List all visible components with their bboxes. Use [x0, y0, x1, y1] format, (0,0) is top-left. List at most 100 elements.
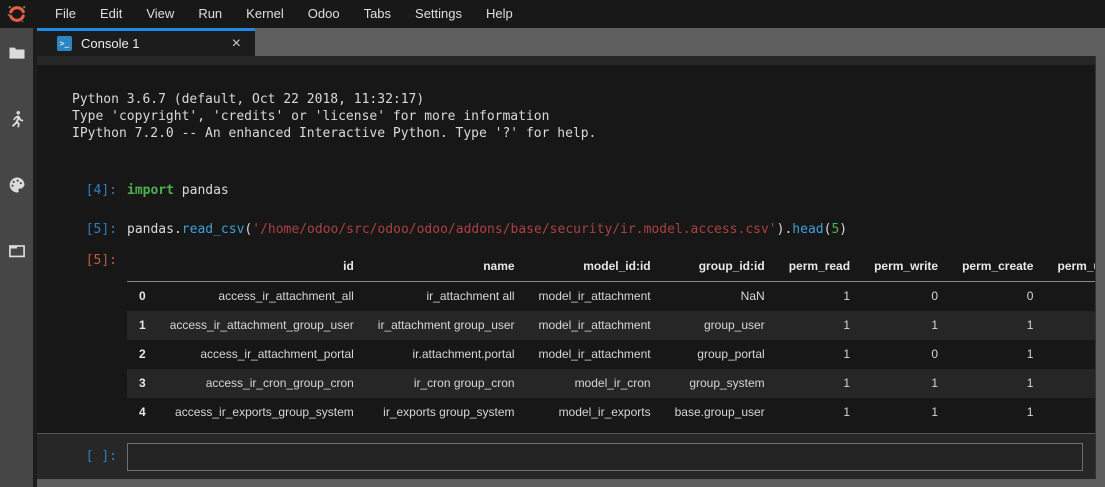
table-cell: model_ir_attachment	[527, 282, 663, 312]
tab-title: Console 1	[81, 36, 228, 51]
table-cell: model_ir_exports	[527, 398, 663, 427]
content-row: Python 3.6.7 (default, Oct 22 2018, 11:3…	[37, 56, 1105, 479]
horizontal-scrollbar[interactable]	[37, 479, 1105, 487]
column-header: group_id:id	[663, 252, 777, 282]
column-header: perm_create	[950, 252, 1045, 282]
code-input-editor[interactable]	[127, 443, 1083, 471]
table-cell: 1	[777, 340, 862, 369]
output-prompt: [5]:	[37, 252, 117, 269]
table-cell: ir.attachment.portal	[366, 340, 527, 369]
menu-item-help[interactable]: Help	[474, 0, 525, 28]
kernel-banner: Python 3.6.7 (default, Oct 22 2018, 11:3…	[37, 65, 1095, 142]
table-cell: 1	[1045, 398, 1095, 427]
table-cell: ir_attachment all	[366, 282, 527, 312]
table-cell: 1	[862, 398, 950, 427]
jupyterlab-window: FileEditViewRunKernelOdooTabsSettingsHel…	[0, 0, 1105, 487]
execution-prompt: [4]:	[37, 182, 117, 199]
table-cell: 1	[950, 369, 1045, 398]
vertical-scrollbar[interactable]	[1096, 56, 1105, 479]
menu-item-file[interactable]: File	[43, 0, 88, 28]
tab-close-icon[interactable]: ×	[228, 36, 245, 52]
row-index: 2	[127, 340, 158, 369]
console-input-region: [ ]:	[37, 433, 1095, 479]
table-cell: 1	[1045, 369, 1095, 398]
table-cell: 1	[1045, 311, 1095, 340]
table-cell: group_system	[663, 369, 777, 398]
table-cell: access_ir_attachment_portal	[158, 340, 366, 369]
column-header: model_id:id	[527, 252, 663, 282]
table-cell: 1	[777, 282, 862, 312]
column-header: perm_read	[777, 252, 862, 282]
table-cell: base.group_user	[663, 398, 777, 427]
executed-cells: [4]: import pandas [5]:pandas.read_csv('/h…	[37, 182, 1095, 238]
table-cell: 1	[777, 369, 862, 398]
table-cell: ir_cron group_cron	[366, 369, 527, 398]
column-header: perm_unlink	[1045, 252, 1095, 282]
running-sessions-icon[interactable]	[6, 108, 28, 130]
output-cell: [5]: idnamemodel_id:idgroup_id:idperm_re…	[37, 252, 1095, 427]
odoo-sh-logo	[0, 0, 33, 28]
console-scrollback: Python 3.6.7 (default, Oct 22 2018, 11:3…	[37, 65, 1095, 433]
table-cell: NaN	[663, 282, 777, 312]
console-toolbar-strip	[37, 56, 1095, 65]
dataframe-header: idnamemodel_id:idgroup_id:idperm_readper…	[127, 252, 1095, 282]
execution-prompt: [5]:	[37, 221, 117, 238]
code-cell: [5]:pandas.read_csv('/home/odoo/src/odoo…	[37, 221, 1095, 238]
console-panel: Python 3.6.7 (default, Oct 22 2018, 11:3…	[37, 56, 1096, 479]
table-cell: 1	[777, 398, 862, 427]
menu-item-tabs[interactable]: Tabs	[352, 0, 403, 28]
file-browser-icon[interactable]	[6, 42, 28, 64]
table-row: 3access_ir_cron_group_cronir_cron group_…	[127, 369, 1095, 398]
table-row: 0 access_ir_attachment_allir_attachment a…	[127, 282, 1095, 312]
column-header: name	[366, 252, 527, 282]
row-index: 3	[127, 369, 158, 398]
tab-console-1[interactable]: >_ Console 1 ×	[37, 28, 255, 56]
input-prompt: [ ]:	[37, 449, 117, 464]
table-cell: 1	[862, 369, 950, 398]
column-header: perm_write	[862, 252, 950, 282]
open-tabs-icon[interactable]	[6, 240, 28, 262]
table-cell: group_user	[663, 311, 777, 340]
dataframe-output: idnamemodel_id:idgroup_id:idperm_readper…	[127, 252, 1095, 427]
table-cell: 1	[950, 311, 1045, 340]
menubar: FileEditViewRunKernelOdooTabsSettingsHel…	[43, 0, 525, 28]
menu-item-settings[interactable]: Settings	[403, 0, 474, 28]
table-cell: 0	[1045, 282, 1095, 312]
tab-bar: >_ Console 1 ×	[37, 28, 1105, 56]
table-cell: 0	[1045, 340, 1095, 369]
table-cell: 0	[950, 282, 1045, 312]
main-dock-panel: >_ Console 1 × Python 3.6.7 (default, Oc…	[37, 28, 1105, 487]
table-row: 4access_ir_exports_group_systemir_export…	[127, 398, 1095, 427]
console-icon: >_	[57, 36, 72, 51]
top-menu-bar: FileEditViewRunKernelOdooTabsSettingsHel…	[0, 0, 1105, 28]
table-cell: group_portal	[663, 340, 777, 369]
menu-item-kernel[interactable]: Kernel	[234, 0, 296, 28]
code-line: import pandas	[127, 182, 229, 199]
table-cell: 0	[862, 282, 950, 312]
menu-item-view[interactable]: View	[134, 0, 186, 28]
table-cell: 0	[862, 340, 950, 369]
dataframe-table: idnamemodel_id:idgroup_id:idperm_readper…	[127, 252, 1095, 427]
menu-item-edit[interactable]: Edit	[88, 0, 134, 28]
column-header: id	[158, 252, 366, 282]
menu-item-run[interactable]: Run	[186, 0, 234, 28]
table-cell: 1	[862, 311, 950, 340]
command-palette-icon[interactable]	[6, 174, 28, 196]
row-index: 1	[127, 311, 158, 340]
table-cell: 1	[950, 340, 1045, 369]
table-cell: 1	[777, 311, 862, 340]
body-row: >_ Console 1 × Python 3.6.7 (default, Oc…	[0, 28, 1105, 487]
odoo-sh-logo-icon	[6, 3, 28, 25]
table-cell: model_ir_attachment	[527, 311, 663, 340]
table-cell: ir_attachment group_user	[366, 311, 527, 340]
table-cell: access_ir_cron_group_cron	[158, 369, 366, 398]
table-cell: access_ir_attachment_group_user	[158, 311, 366, 340]
menu-item-odoo[interactable]: Odoo	[296, 0, 352, 28]
table-row: 1access_ir_attachment_group_userir_attac…	[127, 311, 1095, 340]
table-cell: ir_exports group_system	[366, 398, 527, 427]
table-cell: access_ir_attachment_all	[158, 282, 366, 312]
table-cell: model_ir_attachment	[527, 340, 663, 369]
table-cell: access_ir_exports_group_system	[158, 398, 366, 427]
left-sidebar	[0, 28, 33, 487]
dataframe-body: 0 access_ir_attachment_allir_attachment a…	[127, 282, 1095, 428]
